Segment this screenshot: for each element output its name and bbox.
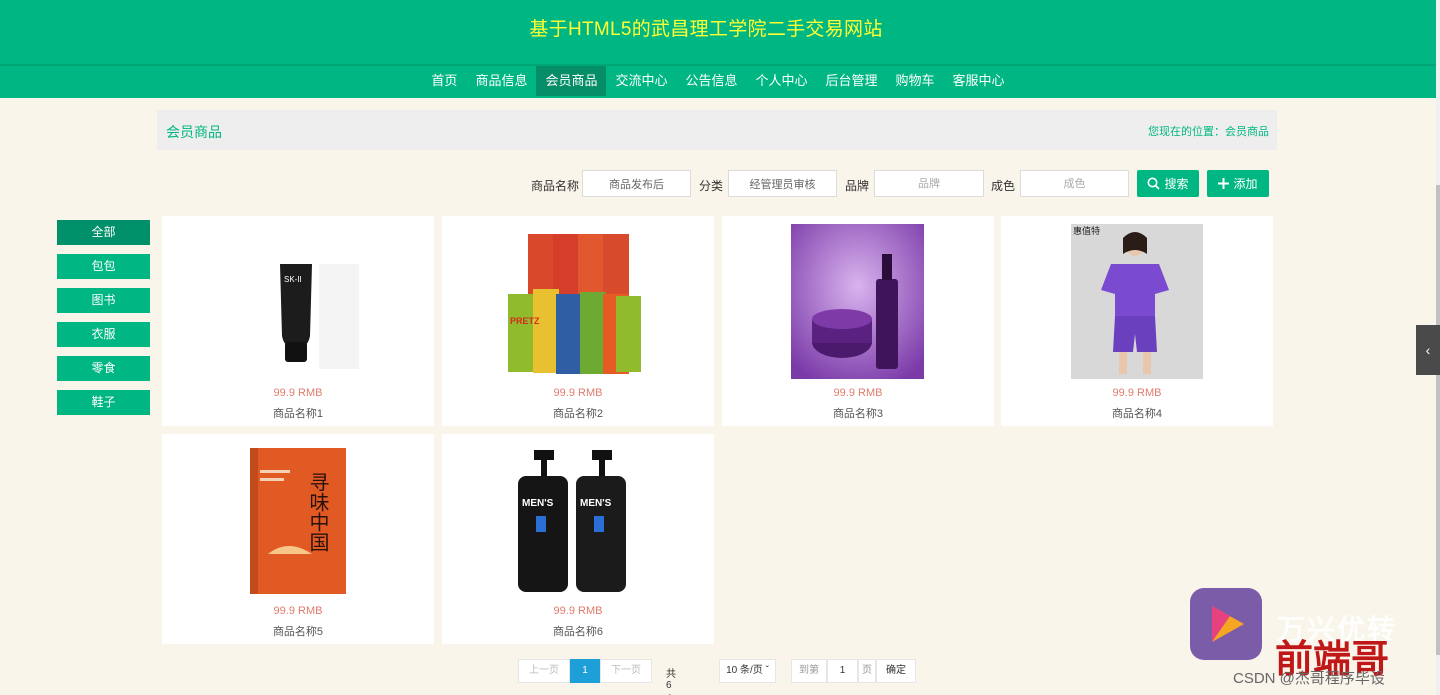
product-name: 商品名称2	[552, 408, 604, 420]
product-price: 99.9 RMB	[833, 387, 883, 399]
prev-page-button[interactable]: 上一页	[518, 659, 570, 683]
category-bags[interactable]: 包包	[57, 254, 150, 279]
page-size-label: 10 条/页	[726, 665, 763, 676]
nav-home[interactable]: 首页	[422, 66, 466, 96]
chevron-left-icon: ‹	[1425, 342, 1431, 358]
product-price: 99.9 RMB	[273, 605, 323, 617]
category-snacks[interactable]: 零食	[57, 356, 150, 381]
product-card[interactable]: 寻味中国 99.9 RMB 商品名称5	[162, 434, 434, 644]
main-nav: 首页 商品信息 会员商品 交流中心 公告信息 个人中心 后台管理 购物车 客服中…	[0, 66, 1436, 96]
nav-member-products[interactable]: 会员商品	[536, 66, 607, 96]
nav-products[interactable]: 商品信息	[466, 66, 536, 96]
chevron-down-icon: ˇ	[765, 665, 769, 676]
site-header: 基于HTML5的武昌理工学院二手交易网站 首页 商品信息 会员商品 交流中心 公…	[0, 0, 1436, 98]
goto-page-input[interactable]: 1	[827, 659, 858, 683]
book-title: 寻味中国	[306, 472, 330, 552]
condition-input[interactable]	[1020, 170, 1129, 197]
category-label: 分类	[699, 179, 724, 193]
site-title: 基于HTML5的武昌理工学院二手交易网站	[529, 19, 883, 40]
cleanser-label-1: MEN'S	[522, 498, 554, 509]
product-name: 商品名称5	[272, 626, 324, 638]
name-label: 商品名称	[531, 179, 580, 193]
side-panel-toggle[interactable]: ‹	[1416, 325, 1440, 375]
product-name: 商品名称3	[832, 408, 884, 420]
category-shoes[interactable]: 鞋子	[57, 390, 150, 415]
page-size-select[interactable]: 10 条/页 ˇ	[719, 659, 776, 683]
category-clothes[interactable]: 衣服	[57, 322, 150, 347]
cleanser-label-2: MEN'S	[580, 498, 612, 509]
category-books[interactable]: 图书	[57, 288, 150, 313]
goto-confirm-button[interactable]: 确定	[876, 659, 916, 683]
search-bar: 商品名称 分类 品牌 成色 搜索 添加	[0, 170, 1440, 198]
purple-outfit-image: 惠值特	[1071, 224, 1203, 379]
product-card[interactable]: 99.9 RMB 商品名称3	[722, 216, 994, 426]
category-sidebar: 全部 包包 图书 衣服 零食 鞋子	[57, 220, 150, 424]
location-text: 您现在的位置：会员商品	[1148, 123, 1269, 139]
search-button-label: 搜索	[1164, 177, 1189, 191]
goto-label: 到第	[791, 659, 827, 683]
page-1-button[interactable]: 1	[570, 659, 600, 683]
total-count: 共 6 条	[666, 669, 676, 691]
add-button-label: 添加	[1233, 177, 1258, 191]
page-unit: 页	[858, 659, 876, 683]
book-cover-image: 寻味中国	[218, 442, 378, 597]
product-card[interactable]: SK-II 99.9 RMB 商品名称1	[162, 216, 434, 426]
play-logo-icon	[1212, 606, 1244, 642]
nav-notices[interactable]: 公告信息	[676, 66, 746, 96]
product-name: 商品名称1	[272, 408, 324, 420]
svg-text:SK-II: SK-II	[284, 275, 302, 284]
product-card[interactable]: PRETZ 99.9 RMB 商品名称2	[442, 216, 714, 426]
product-price: 99.9 RMB	[553, 605, 603, 617]
product-price: 99.9 RMB	[1112, 387, 1162, 399]
product-price: 99.9 RMB	[553, 387, 603, 399]
search-button[interactable]: 搜索	[1137, 170, 1199, 197]
brand-label: 品牌	[845, 179, 870, 193]
search-icon	[1147, 177, 1161, 190]
plus-icon	[1218, 178, 1230, 189]
breadcrumb: 会员商品 您现在的位置：会员商品	[157, 110, 1277, 150]
skincare-tube-image: SK-II	[218, 224, 378, 379]
location-prefix: 您现在的位置：	[1148, 126, 1225, 138]
snack-pretz-label: PRETZ	[510, 316, 540, 326]
snack-boxes-image: PRETZ	[498, 224, 658, 379]
watermark-credit: CSDN @杰哥程序毕设	[1233, 670, 1385, 687]
cosmetics-image	[791, 224, 924, 379]
product-card[interactable]: MEN'S MEN'S 99.9 RMB 商品名称6	[442, 434, 714, 644]
category-all[interactable]: 全部	[57, 220, 150, 245]
product-card[interactable]: 惠值特 99.9 RMB 商品名称4	[1001, 216, 1273, 426]
mens-cleanser-image: MEN'S MEN'S	[498, 442, 658, 597]
brand-input[interactable]	[874, 170, 984, 197]
condition-label: 成色	[991, 179, 1016, 193]
location-link[interactable]: 会员商品	[1225, 126, 1269, 138]
nav-cart[interactable]: 购物车	[887, 66, 944, 96]
nav-forum[interactable]: 交流中心	[606, 66, 676, 96]
page-title: 会员商品	[166, 124, 222, 140]
category-input[interactable]	[728, 170, 837, 197]
nav-admin[interactable]: 后台管理	[817, 66, 887, 96]
product-price: 99.9 RMB	[273, 387, 323, 399]
scrollbar-thumb[interactable]	[1436, 185, 1440, 655]
product-name: 商品名称6	[552, 626, 604, 638]
name-input[interactable]	[582, 170, 691, 197]
outfit-brand-label: 惠值特	[1073, 225, 1100, 237]
nav-service[interactable]: 客服中心	[944, 66, 1014, 96]
add-button[interactable]: 添加	[1207, 170, 1269, 197]
app-logo-watermark	[1190, 588, 1262, 660]
nav-profile[interactable]: 个人中心	[747, 66, 817, 96]
next-page-button[interactable]: 下一页	[600, 659, 652, 683]
product-name: 商品名称4	[1111, 408, 1163, 420]
